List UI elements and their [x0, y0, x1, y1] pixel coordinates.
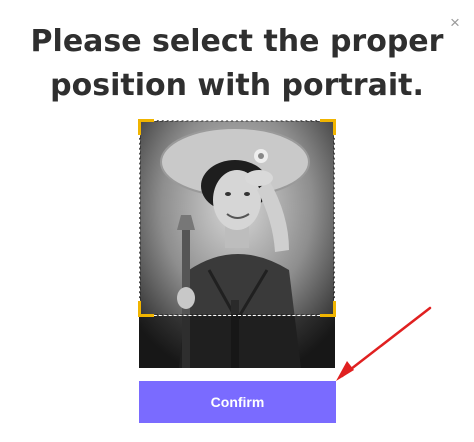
confirm-button[interactable]: Confirm: [139, 381, 336, 423]
crop-selection-box[interactable]: [138, 119, 336, 317]
crop-handle-bottom-left[interactable]: [138, 301, 154, 317]
crop-handle-top-right[interactable]: [320, 119, 336, 135]
crop-handle-top-left[interactable]: [138, 119, 154, 135]
dialog-title: Please select the proper position with p…: [30, 24, 444, 103]
annotation-arrow-icon: [336, 306, 432, 381]
portrait-crop-dialog: × Please select the proper position with…: [0, 0, 474, 442]
crop-outside-overlay: [139, 316, 335, 368]
